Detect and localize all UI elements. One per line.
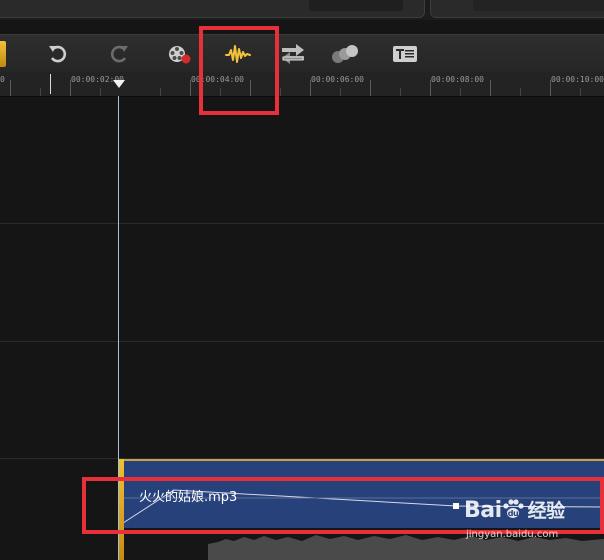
ruler-tick (460, 88, 461, 96)
timeline-toolbar (0, 34, 604, 74)
top-panel-area (0, 0, 604, 20)
ruler-tick (40, 88, 41, 96)
redo-button[interactable] (105, 41, 133, 67)
ruler-tick (160, 88, 161, 96)
options-field[interactable] (473, 0, 604, 11)
ruler-label-6s: 00:00:06:00 (311, 75, 364, 84)
ruler-tick (190, 80, 191, 96)
ruler-tick (280, 88, 281, 96)
ruler-tick (310, 80, 311, 96)
baidu-jingyan-watermark: Bai du 经验 jingyan.baidu.com (464, 496, 604, 560)
video-track-2[interactable] (0, 224, 604, 342)
title-button[interactable] (391, 41, 419, 67)
time-ruler[interactable]: 0 00:00:02:00 00:00:04:00 00:00:06:00 00… (0, 72, 604, 97)
playhead-handle[interactable] (113, 80, 125, 88)
ruler-tick (550, 80, 551, 96)
options-panel (430, 0, 604, 18)
ruler-tick (370, 80, 371, 96)
paw-icon: du (503, 499, 524, 518)
ruler-mark-marker[interactable] (50, 74, 51, 94)
svg-text:du: du (507, 509, 518, 518)
ruler-tick (100, 88, 101, 96)
ruler-tick (430, 80, 431, 96)
ruler-label-10s: 00:00:10:00 (551, 75, 604, 84)
ruler-tick (490, 80, 491, 96)
video-track-3[interactable] (0, 342, 604, 459)
ruler-label-0: 0 (0, 75, 5, 84)
watermark-brand-latin: Bai (464, 498, 502, 523)
watermark-url: jingyan.baidu.com (466, 529, 559, 540)
title-text-icon (393, 46, 417, 62)
toolbar-accent-handle[interactable] (0, 41, 6, 67)
highlight-audio-button (199, 26, 279, 115)
ruler-tick (520, 88, 521, 96)
ruler-tick (10, 80, 11, 96)
preview-slider-track[interactable] (309, 0, 403, 11)
ruler-tick (400, 88, 401, 96)
effects-button[interactable] (331, 41, 359, 67)
watermark-brand-cn: 经验 (527, 500, 566, 522)
preview-controls-panel (0, 0, 425, 18)
ruler-tick (340, 88, 341, 96)
transition-arrows-icon (282, 44, 304, 64)
ruler-label-8s: 00:00:08:00 (431, 75, 484, 84)
record-button[interactable] (165, 41, 193, 67)
transition-button[interactable] (279, 41, 307, 67)
ruler-tick (70, 80, 71, 96)
film-record-icon (169, 46, 191, 64)
spheres-icon (332, 45, 358, 63)
redo-icon (110, 45, 128, 63)
undo-icon (49, 45, 67, 63)
undo-button[interactable] (44, 41, 72, 67)
video-track-1[interactable] (0, 97, 604, 224)
ruler-tick (580, 88, 581, 96)
